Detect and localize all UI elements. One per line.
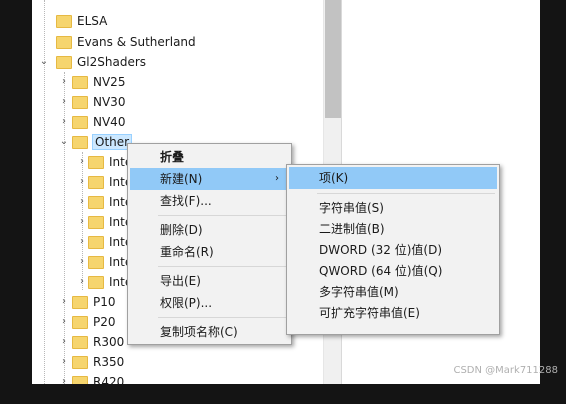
collapse-chevron-icon[interactable]: › <box>59 312 69 332</box>
menu-separator <box>158 215 287 216</box>
tree-item-r300[interactable]: R300 <box>72 332 124 352</box>
tree-item-nv30[interactable]: NV30 <box>72 92 125 112</box>
tree-item-p20[interactable]: P20 <box>72 312 116 332</box>
collapse-chevron-icon[interactable]: › <box>59 92 69 112</box>
menu-separator <box>158 317 287 318</box>
tree-item-inte[interactable]: Inte <box>88 212 132 232</box>
submenu-item-multi-string-value[interactable]: 多字符串值(M) <box>289 281 497 303</box>
scrollbar-thumb[interactable] <box>325 0 341 118</box>
folder-icon <box>72 295 88 309</box>
folder-icon <box>88 215 104 229</box>
submenu-item-expandable-string-value[interactable]: 可扩充字符串值(E) <box>289 302 497 324</box>
collapse-chevron-icon[interactable]: › <box>77 212 87 232</box>
menu-item-copy-key-name[interactable]: 复制项名称(C) <box>130 321 289 343</box>
collapse-chevron-icon[interactable]: › <box>77 192 87 212</box>
menu-separator <box>158 266 287 267</box>
folder-icon <box>88 275 104 289</box>
watermark: CSDN @Mark711288 <box>453 365 558 376</box>
folder-icon <box>72 375 88 384</box>
folder-icon <box>72 115 88 129</box>
submenu-item-qword-value[interactable]: QWORD (64 位)值(Q) <box>289 260 497 282</box>
tree-item-label: R420 <box>93 375 125 384</box>
tree-item-label: R350 <box>93 355 125 369</box>
folder-icon <box>56 35 72 49</box>
collapse-chevron-icon[interactable]: › <box>59 112 69 132</box>
tree-item-label: NV40 <box>93 115 126 129</box>
folder-icon <box>72 135 88 149</box>
folder-icon <box>88 195 104 209</box>
chevron-right-icon: › <box>275 173 279 184</box>
tree-item-inte[interactable]: Inte <box>88 272 132 292</box>
context-menu: 折叠 新建(N) › 查找(F)... 删除(D) 重命名(R) 导出(E) 权… <box>127 143 292 345</box>
tree-item-inte[interactable]: Inte <box>88 252 132 272</box>
tree-item-elsa[interactable]: ELSA <box>56 11 107 31</box>
tree-item-evans-sutherland[interactable]: Evans & Sutherland <box>56 32 196 52</box>
tree-item-r420[interactable]: R420 <box>72 372 124 384</box>
collapse-chevron-icon[interactable]: › <box>59 372 69 384</box>
folder-icon <box>72 95 88 109</box>
new-submenu: 项(K) 字符串值(S) 二进制值(B) DWORD (32 位)值(D) QW… <box>286 164 500 335</box>
menu-item-rename[interactable]: 重命名(R) <box>130 241 289 263</box>
collapse-chevron-icon[interactable]: › <box>59 352 69 372</box>
collapse-chevron-icon[interactable]: › <box>77 152 87 172</box>
collapse-chevron-icon[interactable]: › <box>77 252 87 272</box>
tree-item-label: P20 <box>93 315 116 329</box>
submenu-item-key[interactable]: 项(K) <box>289 167 497 189</box>
collapse-chevron-icon[interactable]: › <box>59 292 69 312</box>
tree-item-inte[interactable]: Inte <box>88 152 132 172</box>
menu-item-label: 新建(N) <box>160 172 203 186</box>
tree-item-r350[interactable]: R350 <box>72 352 124 372</box>
folder-icon <box>72 315 88 329</box>
menu-item-export[interactable]: 导出(E) <box>130 270 289 292</box>
folder-icon <box>88 255 104 269</box>
tree-item-nv40[interactable]: NV40 <box>72 112 125 132</box>
submenu-item-binary-value[interactable]: 二进制值(B) <box>289 218 497 240</box>
collapse-chevron-icon[interactable]: › <box>59 332 69 352</box>
folder-icon <box>88 235 104 249</box>
folder-icon <box>72 355 88 369</box>
collapse-chevron-icon[interactable]: › <box>77 232 87 252</box>
folder-icon <box>56 55 72 69</box>
tree-item-label: Evans & Sutherland <box>77 35 196 49</box>
tree-item-inte[interactable]: Inte <box>88 172 132 192</box>
tree-item-nv25[interactable]: NV25 <box>72 72 125 92</box>
menu-item-find[interactable]: 查找(F)... <box>130 190 289 212</box>
menu-separator <box>317 193 495 194</box>
collapse-chevron-icon[interactable]: › <box>59 72 69 92</box>
tree-item-label: R300 <box>93 335 125 349</box>
expand-chevron-icon[interactable]: ⌄ <box>39 52 49 72</box>
tree-item-p10[interactable]: P10 <box>72 292 116 312</box>
folder-icon <box>72 335 88 349</box>
submenu-item-dword-value[interactable]: DWORD (32 位)值(D) <box>289 239 497 261</box>
menu-item-new[interactable]: 新建(N) › <box>130 168 289 190</box>
collapse-chevron-icon[interactable]: › <box>77 172 87 192</box>
tree-item-inte[interactable]: Inte <box>88 232 132 252</box>
tree-item-label: P10 <box>93 295 116 309</box>
menu-item-permissions[interactable]: 权限(P)... <box>130 292 289 314</box>
submenu-item-string-value[interactable]: 字符串值(S) <box>289 197 497 219</box>
tree-item-gl2shaders[interactable]: Gl2Shaders <box>56 52 146 72</box>
expand-chevron-icon[interactable]: ⌄ <box>59 132 69 152</box>
menu-item-collapse[interactable]: 折叠 <box>130 146 289 168</box>
folder-icon <box>88 155 104 169</box>
tree-item-label: Gl2Shaders <box>77 55 147 69</box>
tree-item-label: NV30 <box>93 95 126 109</box>
folder-icon <box>72 75 88 89</box>
tree-item-label: Other <box>91 134 133 150</box>
tree-item-label: ELSA <box>77 14 108 28</box>
folder-icon <box>88 175 104 189</box>
tree-item-other[interactable]: Other <box>72 132 133 152</box>
folder-icon <box>56 14 72 28</box>
tree-item-inte[interactable]: Inte <box>88 192 132 212</box>
menu-item-delete[interactable]: 删除(D) <box>130 219 289 241</box>
tree-item-label: NV25 <box>93 75 126 89</box>
collapse-chevron-icon[interactable]: › <box>77 272 87 292</box>
